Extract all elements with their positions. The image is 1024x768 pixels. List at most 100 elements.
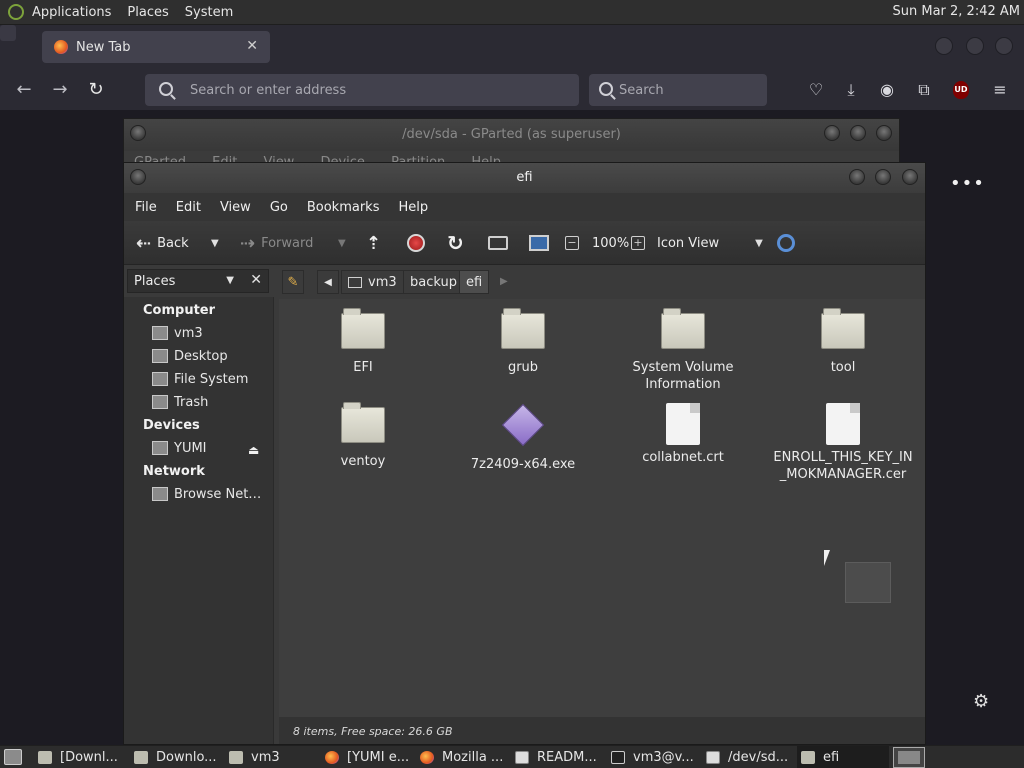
eject-icon[interactable]: ⏏	[248, 443, 259, 457]
url-bar[interactable]: Search or enter address	[145, 74, 579, 106]
tab-close-button[interactable]: ✕	[246, 38, 258, 54]
taskbar-item[interactable]: vm3	[229, 746, 317, 768]
extensions-icon[interactable]: ⧉	[913, 79, 935, 101]
sidebar-item-desktop[interactable]: Desktop	[152, 346, 228, 366]
forward-arrow-icon[interactable]: →	[49, 79, 71, 101]
file-item[interactable]: 7z2409-x64.exe	[448, 403, 598, 473]
tab-title: New Tab	[76, 39, 131, 55]
taskbar-item-active[interactable]: efi	[797, 746, 889, 768]
chevron-down-icon: ▼	[211, 237, 219, 249]
location-edit-button[interactable]: ✎	[282, 270, 304, 294]
sidebar-item-label: YUMI	[174, 440, 207, 456]
reload-icon[interactable]: ↻	[85, 79, 107, 101]
computer-button[interactable]	[529, 221, 549, 265]
search-bar[interactable]: Search	[589, 74, 767, 106]
up-button[interactable]: ⇡	[366, 221, 381, 265]
taskbar-item[interactable]: [Downl...	[38, 746, 126, 768]
menu-go[interactable]: Go	[270, 200, 288, 215]
reload-button[interactable]: ↻	[447, 221, 464, 265]
pocket-icon[interactable]: ♡	[805, 79, 827, 101]
stop-button[interactable]	[407, 221, 425, 265]
taskbar-item[interactable]: Mozilla ...	[420, 746, 508, 768]
file-item[interactable]: ENROLL_THIS_KEY_IN_MOKMANAGER.cer	[761, 403, 925, 483]
taskbar-item[interactable]: [YUMI e...	[325, 746, 413, 768]
maximize-button[interactable]	[966, 37, 984, 55]
workspace-switcher[interactable]	[893, 747, 925, 768]
firefox-nav-bar: ← → ↻ Search or enter address Search ♡ ⤓…	[0, 69, 1024, 111]
folder-icon	[229, 751, 243, 764]
settings-gear-icon[interactable]: ⚙	[973, 691, 989, 712]
menu-edit[interactable]: Edit	[176, 200, 201, 215]
distro-logo-icon[interactable]	[8, 4, 24, 20]
view-label: Icon View	[657, 235, 720, 251]
file-item[interactable]: EFI	[288, 308, 438, 376]
menu-view[interactable]: View	[220, 200, 251, 215]
path-item-backup[interactable]: backup	[403, 270, 464, 294]
folder-icon	[341, 308, 385, 353]
menu-applications[interactable]: Applications	[24, 5, 119, 20]
chevron-right-icon[interactable]: ▶	[500, 276, 508, 287]
file-item[interactable]: ventoy	[288, 402, 438, 470]
sidebar-header-network: Network	[143, 464, 205, 479]
back-arrow-icon[interactable]: ←	[13, 79, 35, 101]
forward-history-dropdown[interactable]: ▼	[338, 221, 346, 265]
tab-new-tab[interactable]: New Tab ✕	[42, 31, 270, 63]
file-item[interactable]: System Volume Information	[608, 308, 758, 393]
file-item[interactable]: collabnet.crt	[608, 403, 758, 466]
close-button[interactable]	[902, 169, 918, 185]
account-icon[interactable]: ◉	[876, 79, 898, 101]
zoom-in-button[interactable]: +	[631, 221, 645, 265]
maximize-button[interactable]	[875, 169, 891, 185]
taskbar-item[interactable]: READM...	[515, 746, 603, 768]
path-item-vm3[interactable]: vm3	[341, 270, 404, 294]
taskbar-item[interactable]: Downlo...	[134, 746, 222, 768]
sidebar-item-trash[interactable]: Trash	[152, 392, 208, 412]
gparted-close-button[interactable]	[876, 125, 892, 141]
menu-help[interactable]: Help	[398, 200, 428, 215]
text-editor-icon	[515, 751, 529, 764]
gparted-maximize-button[interactable]	[850, 125, 866, 141]
sidepanel-selector[interactable]: Places ▼ ✕	[127, 269, 269, 293]
taskbar-item[interactable]: vm3@v...	[611, 746, 699, 768]
ublock-origin-icon[interactable]: UD	[953, 81, 969, 99]
file-item[interactable]: grub	[448, 308, 598, 376]
back-button[interactable]: ⇠ Back	[136, 221, 189, 265]
zoom-out-button[interactable]: −	[565, 221, 579, 265]
file-item[interactable]: tool	[768, 308, 918, 376]
home-button[interactable]	[488, 221, 508, 265]
minimize-button[interactable]	[935, 37, 953, 55]
search-icon	[599, 82, 613, 96]
search-button[interactable]	[777, 221, 795, 265]
hamburger-menu-icon[interactable]: ≡	[989, 79, 1011, 101]
close-window-button[interactable]	[995, 37, 1013, 55]
taskbar-item[interactable]: /dev/sd...	[706, 746, 794, 768]
window-menu-button[interactable]	[130, 169, 146, 185]
gparted-menu-button[interactable]	[130, 125, 146, 141]
firefox-view-icon[interactable]	[0, 25, 16, 41]
clock[interactable]: Sun Mar 2, 2:42 AM	[893, 4, 1021, 19]
path-item-efi[interactable]: efi	[459, 270, 490, 294]
download-icon[interactable]: ⤓	[840, 79, 862, 101]
sidebar-item-file-system[interactable]: File System	[152, 369, 248, 389]
menu-file[interactable]: File	[135, 200, 157, 215]
forward-button[interactable]: ⇢ Forward	[240, 221, 313, 265]
menu-bookmarks[interactable]: Bookmarks	[307, 200, 380, 215]
sidebar-item-vm3[interactable]: vm3	[152, 323, 203, 343]
close-sidepanel-icon[interactable]: ✕	[250, 272, 262, 288]
zoom-level[interactable]: 100%	[586, 221, 629, 265]
sidebar-item-browse-network[interactable]: Browse Net…	[152, 484, 261, 504]
path-scroll-left[interactable]: ◀	[317, 270, 339, 294]
back-history-dropdown[interactable]: ▼	[211, 221, 219, 265]
more-options-icon[interactable]: •••	[950, 173, 985, 194]
minimize-button[interactable]	[849, 169, 865, 185]
folder-icon	[801, 751, 815, 764]
view-selector[interactable]: Icon View ▼	[651, 221, 763, 265]
gparted-minimize-button[interactable]	[824, 125, 840, 141]
show-desktop-icon[interactable]	[4, 749, 22, 765]
sidebar-item-yumi[interactable]: YUMI	[152, 438, 207, 458]
taskbar-item-label: vm3@v...	[633, 750, 694, 765]
menu-system[interactable]: System	[177, 5, 241, 20]
firefox-tab-strip: New Tab ✕	[0, 25, 1024, 69]
gparted-title: /dev/sda - GParted (as superuser)	[124, 119, 899, 151]
menu-places[interactable]: Places	[119, 5, 176, 20]
